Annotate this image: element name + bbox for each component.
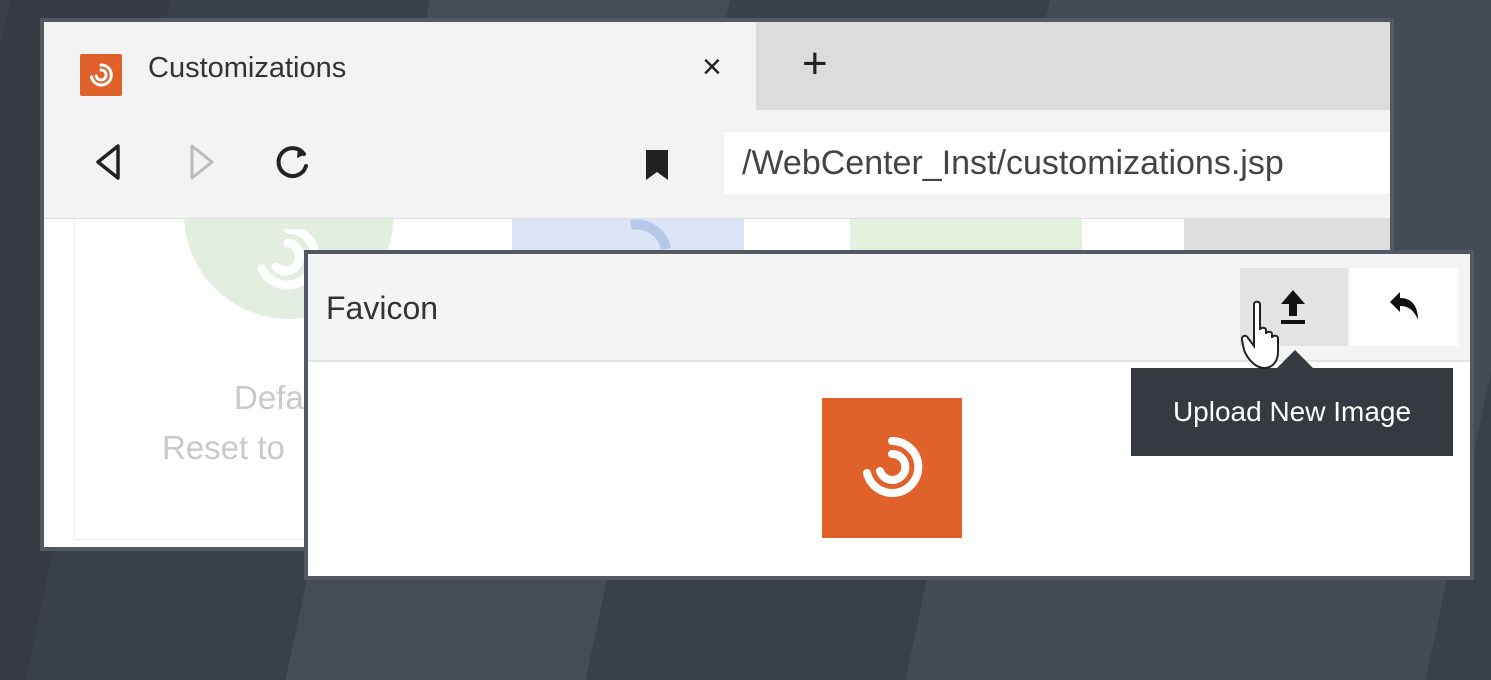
browser-toolbar: /WebCenter_Inst/customizations.jsp: [44, 110, 1390, 219]
tab-title: Customizations: [148, 52, 347, 84]
card-label: Defa: [234, 379, 304, 416]
forward-icon[interactable]: [188, 142, 216, 187]
hand-cursor-icon: [1240, 300, 1279, 370]
tab-customizations[interactable]: Customizations ×: [44, 22, 756, 110]
revert-button[interactable]: [1350, 268, 1458, 346]
spiral-logo-icon: [80, 54, 122, 96]
tab-close-icon[interactable]: ×: [702, 48, 722, 87]
card-sublabel: Reset to: [162, 429, 285, 466]
dialog-title: Favicon: [326, 290, 439, 326]
url-text: /WebCenter_Inst/customizations.jsp: [742, 144, 1284, 182]
reload-icon[interactable]: [272, 142, 312, 187]
undo-icon: [1390, 292, 1418, 320]
dialog-header: Favicon: [308, 254, 1470, 362]
bookmark-icon[interactable]: [644, 148, 670, 187]
back-icon[interactable]: [94, 142, 122, 187]
tab-bar: Customizations × +: [44, 22, 1390, 110]
upload-tooltip: Upload New Image: [1131, 368, 1453, 456]
favicon-preview: [822, 398, 962, 538]
spiral-logo-icon: [863, 436, 923, 497]
address-bar[interactable]: /WebCenter_Inst/customizations.jsp: [724, 132, 1390, 194]
new-tab-icon[interactable]: +: [802, 42, 828, 86]
